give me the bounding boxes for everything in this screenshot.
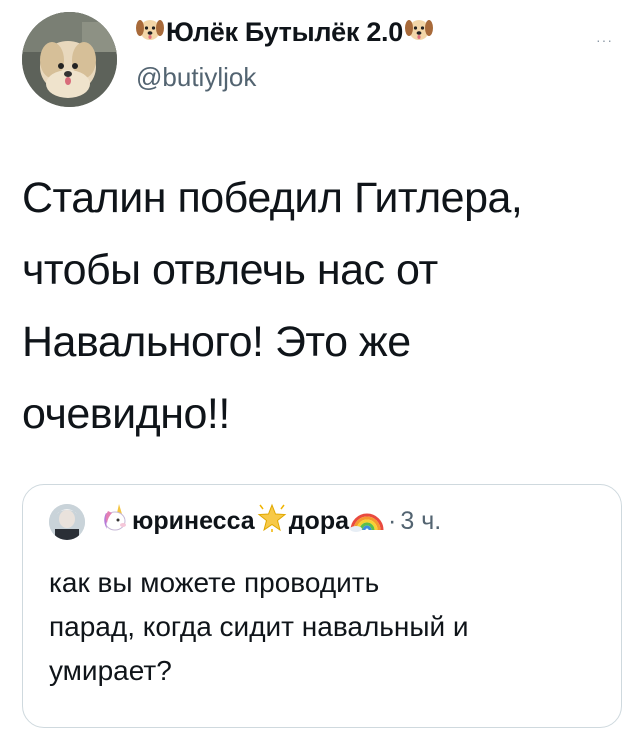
tweet-line: очевидно!! [22, 390, 230, 438]
quoted-tweet-line: как вы можете проводить [49, 567, 380, 598]
author-avatar[interactable] [22, 12, 117, 107]
tweet-line: Навального! Это же [22, 318, 411, 366]
glowing-star-icon [256, 503, 288, 540]
more-options-icon[interactable]: ··· [596, 32, 613, 48]
tweet-line: чтобы отвлечь нас от [22, 246, 438, 294]
quoted-tweet-text: как вы можете проводить парад, когда сид… [49, 561, 609, 693]
dog-face-icon [136, 16, 164, 49]
author-name-text: Юлёк Бутылёк 2.0 [166, 17, 403, 47]
quoted-tweet-line: умирает? [49, 655, 172, 686]
quoted-tweet-separator: · [388, 507, 397, 535]
author-handle[interactable]: @butiyljok [136, 62, 256, 93]
quoted-tweet-time[interactable]: 3 ч. [400, 507, 441, 536]
dog-face-icon [404, 16, 433, 49]
quoted-tweet-card[interactable]: юринесса дора · 3 ч. как вы можете прово [22, 484, 622, 728]
quoted-author-avatar[interactable] [49, 503, 85, 540]
quoted-author-name-part1[interactable]: юринесса [132, 507, 255, 536]
quoted-tweet-header: юринесса дора · 3 ч. [49, 503, 441, 540]
tweet-text: Сталин победил Гитлера, чтобы отвлечь на… [22, 162, 622, 450]
unicorn-icon [99, 503, 131, 540]
tweet-line: Сталин победил Гитлера, [22, 174, 523, 222]
author-name[interactable]: Юлёк Бутылёк 2.0 [136, 16, 433, 49]
quoted-tweet-line: парад, когда сидит навальный и [49, 611, 469, 642]
quoted-author-name-part2[interactable]: дора [289, 507, 349, 536]
rainbow-icon [350, 504, 384, 539]
